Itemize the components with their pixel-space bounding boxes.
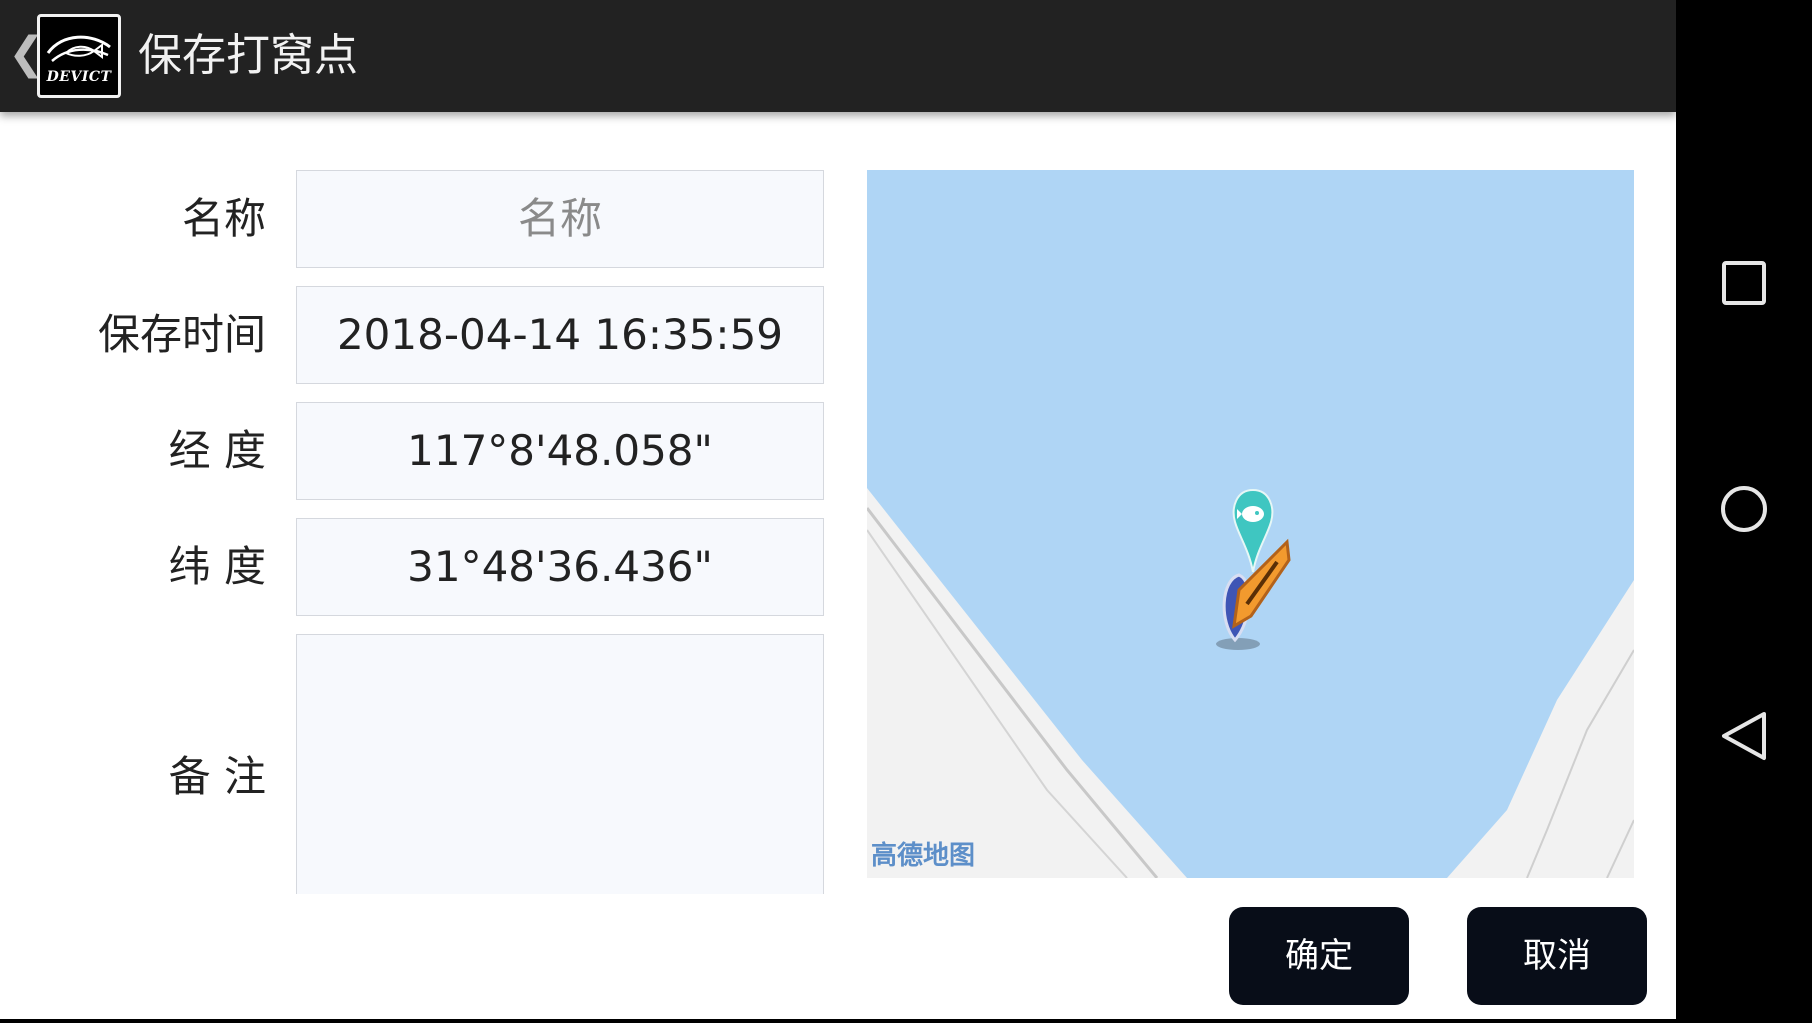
triangle-back-icon[interactable] [1722, 712, 1766, 760]
longitude-field[interactable]: 117°8'48.058" [296, 402, 824, 500]
name-input[interactable]: 名称 [296, 170, 824, 268]
app-window: ❮ DEVICT 保存打窝点 名称 名称 保存时间 2018-04-14 16:… [0, 0, 1676, 1019]
map-land-right [1447, 580, 1634, 878]
devict-logo[interactable]: DEVICT [37, 14, 121, 98]
fish-logo-icon [46, 35, 111, 62]
pin-fish-icon [1242, 506, 1264, 522]
map-canvas [867, 488, 1634, 878]
save-time-label: 保存时间 [97, 310, 266, 359]
map-view[interactable]: 高德地图 [867, 170, 1634, 878]
pin-fish-eye [1255, 511, 1259, 515]
save-time-field[interactable]: 2018-04-14 16:35:59 [296, 286, 824, 384]
note-textarea[interactable] [296, 634, 824, 894]
fishing-pin-icon [1232, 488, 1274, 573]
square-icon[interactable] [1722, 261, 1766, 305]
marker-shadow [1216, 638, 1260, 650]
confirm-button[interactable]: 确定 [1229, 907, 1409, 1005]
back-chevron-icon[interactable]: ❮ [8, 28, 45, 80]
longitude-label: 经 度 [168, 426, 266, 475]
map-land-left [867, 488, 1187, 878]
name-label: 名称 [181, 194, 266, 243]
circle-icon[interactable] [1721, 486, 1767, 532]
latitude-label: 纬 度 [168, 542, 266, 591]
navbar-icons [1721, 261, 1767, 760]
title-bar: ❮ DEVICT 保存打窝点 [0, 0, 1676, 112]
system-navbar [1676, 0, 1812, 1019]
page-title: 保存打窝点 [138, 30, 358, 81]
logo-text: DEVICT [46, 69, 112, 85]
cancel-button[interactable]: 取消 [1467, 907, 1647, 1005]
map-brand-label: 高德地图 [871, 841, 976, 871]
latitude-field[interactable]: 31°48'36.436" [296, 518, 824, 616]
note-label: 备 注 [168, 752, 266, 801]
